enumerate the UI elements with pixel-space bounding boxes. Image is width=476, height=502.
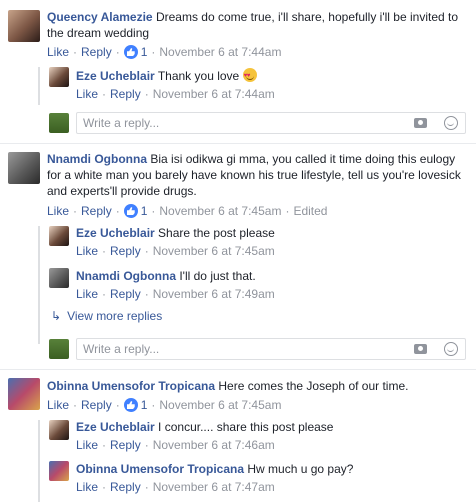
reply-actions: Like · Reply · November 6 at 7:44am	[76, 87, 275, 101]
like-link[interactable]: Like	[76, 438, 98, 452]
comment-author[interactable]: Nnamdi Ogbonna	[47, 152, 147, 166]
like-link[interactable]: Like	[76, 287, 98, 301]
avatar[interactable]	[8, 378, 40, 410]
reply-link[interactable]: Reply	[110, 438, 141, 452]
reply-link[interactable]: Reply	[110, 287, 141, 301]
reply-link[interactable]: Reply	[81, 204, 112, 218]
write-reply-placeholder: Write a reply...	[83, 342, 160, 356]
timestamp[interactable]: November 6 at 7:46am	[153, 438, 275, 452]
comment-body: Nnamdi Ogbonna Bia isi odikwa gi mma, yo…	[47, 151, 469, 199]
comment-text: Here comes the Joseph of our time.	[218, 379, 409, 393]
reply-body: Eze Ucheblair I concur.... share this po…	[76, 419, 466, 435]
camera-icon[interactable]	[414, 118, 427, 128]
camera-icon[interactable]	[414, 344, 427, 354]
avatar[interactable]	[8, 152, 40, 184]
reply-body: Obinna Umensofor Tropicana Hw much u go …	[76, 461, 466, 477]
divider	[0, 143, 476, 144]
avatar[interactable]	[49, 67, 69, 87]
timestamp[interactable]: November 6 at 7:45am	[153, 244, 275, 258]
write-reply-placeholder: Write a reply...	[83, 116, 160, 130]
timestamp[interactable]: November 6 at 7:44am	[159, 45, 281, 59]
timestamp[interactable]: November 6 at 7:49am	[153, 287, 275, 301]
avatar[interactable]	[49, 420, 69, 440]
reply-link[interactable]: Reply	[81, 398, 112, 412]
comment-body: Obinna Umensofor Tropicana Here comes th…	[47, 378, 469, 394]
edited-label[interactable]: Edited	[293, 204, 327, 218]
timestamp[interactable]: November 6 at 7:44am	[153, 87, 275, 101]
reply-text: I concur.... share this post please	[158, 420, 334, 434]
divider	[0, 369, 476, 370]
emoji-icon[interactable]	[444, 342, 458, 356]
reply-text: Share the post please	[158, 226, 275, 240]
reply-actions: Like · Reply · November 6 at 7:47am	[76, 480, 275, 494]
avatar[interactable]	[49, 226, 69, 246]
view-more-replies-link[interactable]: ↳ View more replies	[51, 309, 162, 323]
like-link[interactable]: Like	[76, 87, 98, 101]
reply-link[interactable]: Reply	[110, 87, 141, 101]
view-more-replies-label[interactable]: View more replies	[67, 309, 162, 323]
like-link[interactable]: Like	[76, 480, 98, 494]
comment-body: Queency Alamezie Dreams do come true, i'…	[47, 9, 469, 41]
reply-text: I'll do just that.	[179, 269, 256, 283]
comment-author[interactable]: Queency Alamezie	[47, 10, 153, 24]
reply-link[interactable]: Reply	[110, 480, 141, 494]
reply-actions: Like · Reply · November 6 at 7:45am	[76, 244, 275, 258]
reply-thread-line	[38, 420, 40, 502]
like-link[interactable]: Like	[47, 398, 69, 412]
timestamp[interactable]: November 6 at 7:45am	[159, 204, 281, 218]
reply-body: Eze Ucheblair Thank you love	[76, 68, 466, 84]
timestamp[interactable]: November 6 at 7:47am	[153, 480, 275, 494]
reply-author[interactable]: Eze Ucheblair	[76, 420, 155, 434]
like-count-icon[interactable]	[123, 398, 138, 412]
comment-actions: Like · Reply · 1 · November 6 at 7:44am	[47, 45, 282, 59]
like-link[interactable]: Like	[47, 204, 69, 218]
avatar[interactable]	[49, 461, 69, 481]
reply-actions: Like · Reply · November 6 at 7:46am	[76, 438, 275, 452]
like-count-icon[interactable]	[123, 204, 138, 218]
avatar[interactable]	[8, 10, 40, 42]
reply-arrow-icon: ↳	[51, 309, 62, 323]
reply-thread-line	[38, 226, 40, 344]
reply-actions: Like · Reply · November 6 at 7:49am	[76, 287, 275, 301]
avatar[interactable]	[49, 268, 69, 288]
comment-actions: Like · Reply · 1 · November 6 at 7:45am · Edited	[47, 204, 328, 218]
like-link[interactable]: Like	[76, 244, 98, 258]
heart-eyes-emoji-icon	[242, 68, 257, 84]
timestamp[interactable]: November 6 at 7:45am	[159, 398, 281, 412]
write-reply-input[interactable]: Write a reply...	[76, 338, 466, 360]
reply-link[interactable]: Reply	[110, 244, 141, 258]
current-user-avatar	[49, 113, 69, 133]
reply-author[interactable]: Eze Ucheblair	[76, 226, 155, 240]
comment-author[interactable]: Obinna Umensofor Tropicana	[47, 379, 215, 393]
like-count-icon[interactable]	[123, 45, 138, 59]
reply-text: Hw much u go pay?	[247, 462, 354, 476]
current-user-avatar	[49, 339, 69, 359]
comment-actions: Like · Reply · 1 · November 6 at 7:45am	[47, 398, 282, 412]
reply-body: Nnamdi Ogbonna I'll do just that.	[76, 268, 466, 284]
emoji-icon[interactable]	[444, 116, 458, 130]
reply-body: Eze Ucheblair Share the post please	[76, 225, 466, 241]
write-reply-input[interactable]: Write a reply...	[76, 112, 466, 134]
like-link[interactable]: Like	[47, 45, 69, 59]
reply-author[interactable]: Obinna Umensofor Tropicana	[76, 462, 244, 476]
reply-text: Thank you love	[157, 69, 240, 83]
reply-author[interactable]: Nnamdi Ogbonna	[76, 269, 176, 283]
reply-author[interactable]: Eze Ucheblair	[76, 69, 155, 83]
reply-link[interactable]: Reply	[81, 45, 112, 59]
reply-thread-line	[38, 67, 40, 105]
